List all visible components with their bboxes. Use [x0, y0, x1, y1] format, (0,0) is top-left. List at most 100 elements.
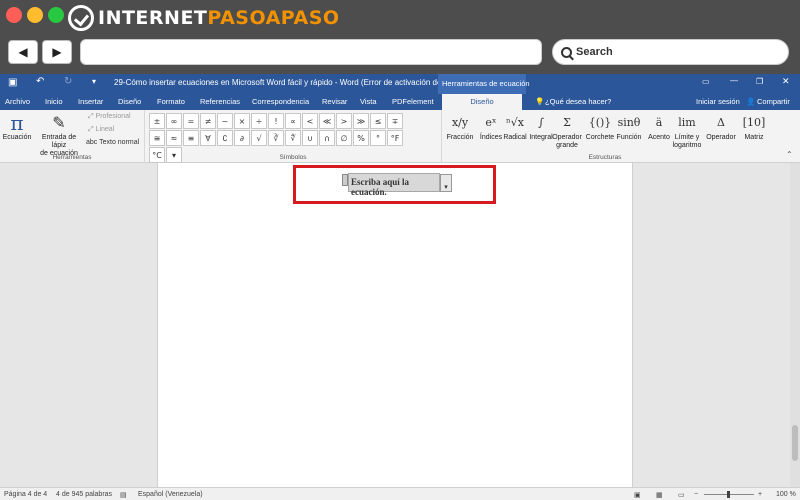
equation-tools-context-tab: Herramientas de ecuación: [438, 74, 530, 94]
web-layout-icon[interactable]: ▭: [678, 491, 685, 499]
proofing-icon[interactable]: ▤: [120, 491, 127, 499]
symbol-button[interactable]: ∞: [166, 113, 182, 129]
browser-chrome: INTERNET PASOAPASO ◀ ▶ Search: [0, 0, 800, 74]
document-page[interactable]: [157, 163, 633, 487]
symbol-button[interactable]: ≡: [183, 130, 199, 146]
structure-operador-button[interactable]: Σ Operador grande: [552, 112, 582, 150]
symbol-button[interactable]: ∜: [285, 130, 301, 146]
symbol-button[interactable]: ≤: [370, 113, 386, 129]
forward-arrow-icon: ▶: [52, 45, 62, 59]
structure-acento-button[interactable]: ä Acento: [644, 112, 674, 142]
tools-group-label: Herramientas: [52, 154, 92, 161]
symbol-button[interactable]: ~: [217, 113, 233, 129]
structure-operador-button[interactable]: Δ Operador: [706, 112, 736, 142]
equation-button[interactable]: π Ecuación: [2, 112, 32, 142]
word-title-bar: ▣ ↶ ↻ ▾ 29-Cómo insertar ecuaciones en M…: [0, 74, 800, 94]
structure-l-mite-y-button[interactable]: lim Límite y logaritmo: [672, 112, 702, 150]
symbol-button[interactable]: ∀: [200, 130, 216, 146]
professional-label: Profesional: [95, 113, 131, 120]
page-count[interactable]: Página 4 de 4: [4, 491, 47, 498]
symbol-button[interactable]: ∁: [217, 130, 233, 146]
print-layout-icon[interactable]: ▦: [656, 491, 663, 499]
linear-button[interactable]: ⤢ Lineal: [88, 126, 114, 134]
structure-icon: sinθ: [617, 116, 641, 129]
address-bar[interactable]: [80, 39, 542, 65]
structure-fracci-n-button[interactable]: x/y Fracción: [445, 112, 475, 142]
minimize-icon[interactable]: —: [730, 76, 738, 85]
tab-correspondencia[interactable]: Correspondencia: [252, 97, 309, 106]
structure-matriz-button[interactable]: [10] Matriz: [739, 112, 769, 142]
tab-diseno-ecuacion[interactable]: Diseño: [442, 94, 522, 110]
word-count[interactable]: 4 de 945 palabras: [56, 491, 112, 498]
maximize-window-button[interactable]: [48, 7, 64, 23]
read-mode-icon[interactable]: ▣: [634, 491, 641, 499]
tab-inicio[interactable]: Inicio: [45, 97, 63, 106]
structure-funci-n-button[interactable]: sinθ Función: [614, 112, 644, 142]
zoom-slider-thumb[interactable]: [727, 491, 730, 498]
structure-label: Integral: [529, 134, 553, 141]
scrollbar-thumb[interactable]: [792, 425, 798, 461]
professional-button[interactable]: ⤢ Profesional: [88, 113, 131, 121]
site-logo[interactable]: INTERNET PASOAPASO: [68, 5, 340, 31]
symbol-button[interactable]: %: [353, 130, 369, 146]
share-button[interactable]: Compartir: [757, 97, 790, 106]
symbol-button[interactable]: ∅: [336, 130, 352, 146]
symbol-button[interactable]: °F: [387, 130, 403, 146]
forward-button[interactable]: ▶: [42, 40, 72, 64]
structure-icon: x/y: [451, 116, 469, 129]
save-icon[interactable]: ▣: [8, 77, 17, 88]
normal-text-button[interactable]: abc Texto normal: [86, 139, 139, 146]
tab-vista[interactable]: Vista: [360, 97, 377, 106]
ink-equation-button[interactable]: ✎ Entrada de lápiz de ecuación: [34, 112, 84, 158]
language-indicator[interactable]: Español (Venezuela): [138, 491, 203, 498]
zoom-in-button[interactable]: +: [758, 491, 762, 498]
close-window-button[interactable]: [6, 7, 22, 23]
tab-diseno[interactable]: Diseño: [118, 97, 141, 106]
symbol-button[interactable]: ≅: [149, 130, 165, 146]
site-search-input[interactable]: Search: [552, 39, 789, 65]
symbol-button[interactable]: ∪: [302, 130, 318, 146]
symbol-button[interactable]: !: [268, 113, 284, 129]
restore-icon[interactable]: ❐: [756, 77, 763, 86]
vertical-scrollbar[interactable]: [790, 163, 800, 487]
symbol-button[interactable]: °: [370, 130, 386, 146]
tab-pdfelement[interactable]: PDFelement: [392, 97, 434, 106]
close-icon[interactable]: ✕: [782, 76, 790, 87]
tab-archivo[interactable]: Archivo: [5, 97, 30, 106]
back-button[interactable]: ◀: [8, 40, 38, 64]
symbol-button[interactable]: √: [251, 130, 267, 146]
symbol-button[interactable]: ≠: [200, 113, 216, 129]
structure-corchete-button[interactable]: {()} Corchete: [585, 112, 615, 142]
symbol-button[interactable]: ×: [234, 113, 250, 129]
symbol-button[interactable]: ≈: [166, 130, 182, 146]
symbol-button[interactable]: ∓: [387, 113, 403, 129]
symbol-button[interactable]: <: [302, 113, 318, 129]
symbol-button[interactable]: ÷: [251, 113, 267, 129]
tab-referencias[interactable]: Referencias: [200, 97, 240, 106]
linear-label: Lineal: [95, 126, 115, 133]
ribbon-display-icon[interactable]: ▭: [702, 77, 710, 86]
sign-in-link[interactable]: Iniciar sesión: [696, 97, 740, 106]
zoom-out-button[interactable]: −: [694, 491, 698, 498]
symbol-button[interactable]: ±: [149, 113, 165, 129]
symbol-button[interactable]: ∂: [234, 130, 250, 146]
symbol-button[interactable]: ∝: [285, 113, 301, 129]
symbol-button[interactable]: ∛: [268, 130, 284, 146]
collapse-ribbon-icon[interactable]: ⌃: [786, 150, 793, 159]
undo-icon[interactable]: ↶: [36, 76, 44, 87]
symbol-button[interactable]: >: [336, 113, 352, 129]
symbol-button[interactable]: =: [183, 113, 199, 129]
symbol-button[interactable]: ≫: [353, 113, 369, 129]
symbol-button[interactable]: ∩: [319, 130, 335, 146]
tab-revisar[interactable]: Revisar: [322, 97, 347, 106]
equation-ribbon: π Ecuación ✎ Entrada de lápiz de ecuació…: [0, 110, 800, 163]
tell-me-box[interactable]: ¿Qué desea hacer?: [545, 97, 611, 106]
pi-icon: π: [10, 111, 24, 135]
zoom-level[interactable]: 100 %: [776, 491, 796, 498]
tab-insertar[interactable]: Insertar: [78, 97, 103, 106]
minimize-window-button[interactable]: [27, 7, 43, 23]
symbol-button[interactable]: ≪: [319, 113, 335, 129]
customize-qat-icon[interactable]: ▾: [92, 77, 96, 86]
tab-formato[interactable]: Formato: [157, 97, 185, 106]
brand-text-a: INTERNET: [98, 7, 208, 29]
